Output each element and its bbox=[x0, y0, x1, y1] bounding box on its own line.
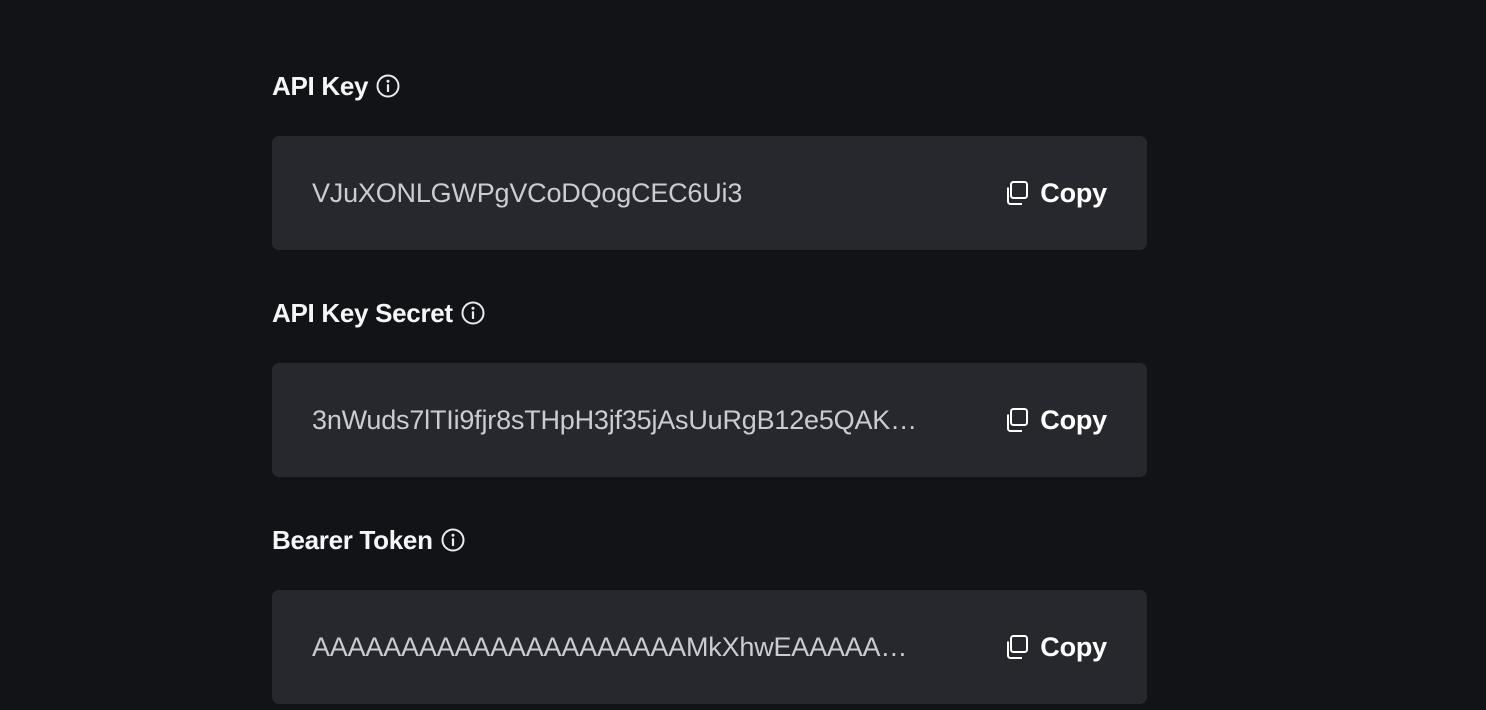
bearer-token-section: Bearer Token AAAAAAAAAAAAAAAAAAAAAMkXhwE… bbox=[272, 523, 1147, 704]
api-key-secret-section: API Key Secret 3nWuds7lTIi9fjr8sTHpH3jf3… bbox=[272, 296, 1147, 477]
copy-label: Copy bbox=[1040, 404, 1107, 435]
api-key-secret-value: 3nWuds7lTIi9fjr8sTHpH3jf35jAsUuRgB12e5QA… bbox=[312, 404, 917, 435]
copy-label: Copy bbox=[1040, 177, 1107, 208]
api-key-field: VJuXONLGWPgVCoDQogCEC6Ui3 Copy bbox=[272, 136, 1147, 250]
api-key-label-row: API Key bbox=[272, 69, 1147, 103]
api-key-label: API Key bbox=[272, 70, 369, 101]
bearer-token-value: AAAAAAAAAAAAAAAAAAAAAMkXhwEAAAAA… bbox=[312, 631, 908, 662]
copy-api-key-secret-button[interactable]: Copy bbox=[1004, 401, 1107, 440]
bearer-token-field: AAAAAAAAAAAAAAAAAAAAAMkXhwEAAAAA… Copy bbox=[272, 590, 1147, 704]
copy-bearer-token-button[interactable]: Copy bbox=[1004, 628, 1107, 667]
bearer-token-label-row: Bearer Token bbox=[272, 523, 1147, 557]
copy-icon bbox=[1004, 180, 1030, 206]
api-key-secret-field: 3nWuds7lTIi9fjr8sTHpH3jf35jAsUuRgB12e5QA… bbox=[272, 363, 1147, 477]
api-key-secret-label: API Key Secret bbox=[272, 297, 453, 328]
bearer-token-label: Bearer Token bbox=[272, 524, 433, 555]
info-circle-icon[interactable] bbox=[440, 527, 466, 553]
copy-icon bbox=[1004, 407, 1030, 433]
api-key-secret-label-row: API Key Secret bbox=[272, 296, 1147, 330]
copy-api-key-button[interactable]: Copy bbox=[1004, 174, 1107, 213]
copy-label: Copy bbox=[1040, 631, 1107, 662]
info-circle-icon[interactable] bbox=[375, 73, 401, 99]
copy-icon bbox=[1004, 634, 1030, 660]
info-circle-icon[interactable] bbox=[460, 300, 486, 326]
api-key-section: API Key VJuXONLGWPgVCoDQogCEC6Ui3 Copy bbox=[272, 69, 1147, 250]
api-key-value: VJuXONLGWPgVCoDQogCEC6Ui3 bbox=[312, 177, 743, 208]
keys-and-tokens-page: API Key VJuXONLGWPgVCoDQogCEC6Ui3 Copy A… bbox=[0, 0, 1486, 710]
